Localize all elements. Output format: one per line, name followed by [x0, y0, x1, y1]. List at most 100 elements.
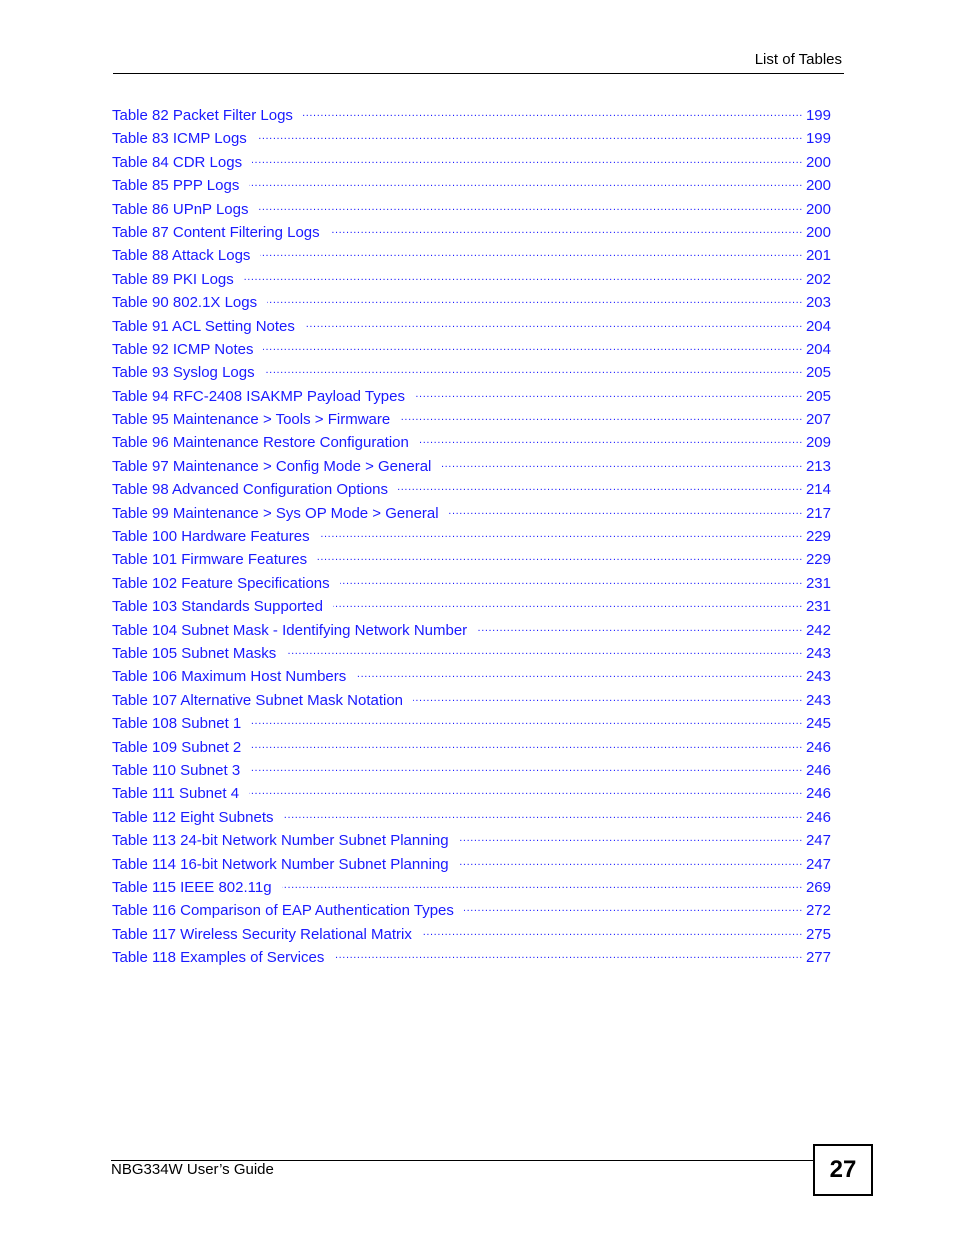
toc-entry[interactable]: Table 107 Alternative Subnet Mask Notati… [112, 691, 831, 714]
toc-entry-title[interactable]: Table 102 Feature Specifications [112, 574, 340, 594]
toc-entry-title[interactable]: Table 96 Maintenance Restore Configurati… [112, 433, 419, 453]
toc-entry[interactable]: Table 118 Examples of Services 277 [112, 948, 831, 971]
toc-entry-page-number[interactable]: 200 [803, 176, 831, 196]
toc-entry[interactable]: Table 85 PPP Logs 200 [112, 176, 831, 199]
toc-entry[interactable]: Table 116 Comparison of EAP Authenticati… [112, 901, 831, 924]
toc-entry-page-number[interactable]: 246 [803, 784, 831, 804]
toc-entry-page-number[interactable]: 214 [803, 480, 831, 500]
toc-entry-title[interactable]: Table 106 Maximum Host Numbers [112, 667, 356, 687]
toc-entry[interactable]: Table 92 ICMP Notes 204 [112, 340, 831, 363]
toc-entry-title[interactable]: Table 95 Maintenance > Tools > Firmware [112, 410, 400, 430]
toc-entry-title[interactable]: Table 92 ICMP Notes [112, 340, 263, 360]
toc-entry-page-number[interactable]: 231 [803, 597, 831, 617]
toc-entry-page-number[interactable]: 205 [803, 387, 831, 407]
toc-entry-page-number[interactable]: 199 [803, 106, 831, 126]
toc-entry-page-number[interactable]: 204 [803, 340, 831, 360]
toc-entry[interactable]: Table 100 Hardware Features 229 [112, 527, 831, 550]
toc-entry-page-number[interactable]: 202 [803, 270, 831, 290]
toc-entry-page-number[interactable]: 246 [803, 808, 831, 828]
toc-entry-page-number[interactable]: 246 [803, 738, 831, 758]
toc-entry-title[interactable]: Table 114 16-bit Network Number Subnet P… [112, 855, 459, 875]
toc-entry-page-number[interactable]: 277 [803, 948, 831, 968]
toc-entry-title[interactable]: Table 110 Subnet 3 [112, 761, 250, 781]
toc-entry[interactable]: Table 110 Subnet 3 246 [112, 761, 831, 784]
toc-entry-page-number[interactable]: 205 [803, 363, 831, 383]
toc-entry[interactable]: Table 104 Subnet Mask - Identifying Netw… [112, 621, 831, 644]
toc-entry-title[interactable]: Table 105 Subnet Masks [112, 644, 286, 664]
toc-entry-title[interactable]: Table 99 Maintenance > Sys OP Mode > Gen… [112, 504, 449, 524]
toc-entry-page-number[interactable]: 199 [803, 129, 831, 149]
toc-entry-title[interactable]: Table 117 Wireless Security Relational M… [112, 925, 422, 945]
toc-entry-page-number[interactable]: 275 [803, 925, 831, 945]
toc-entry[interactable]: Table 83 ICMP Logs 199 [112, 129, 831, 152]
toc-entry-title[interactable]: Table 115 IEEE 802.11g [112, 878, 282, 898]
toc-entry-title[interactable]: Table 107 Alternative Subnet Mask Notati… [112, 691, 413, 711]
toc-entry[interactable]: Table 88 Attack Logs 201 [112, 246, 831, 269]
toc-entry-title[interactable]: Table 113 24-bit Network Number Subnet P… [112, 831, 459, 851]
toc-entry[interactable]: Table 111 Subnet 4 246 [112, 784, 831, 807]
toc-entry-title[interactable]: Table 88 Attack Logs [112, 246, 260, 266]
toc-entry[interactable]: Table 113 24-bit Network Number Subnet P… [112, 831, 831, 854]
toc-entry-title[interactable]: Table 84 CDR Logs [112, 153, 252, 173]
toc-entry-page-number[interactable]: 243 [803, 691, 831, 711]
toc-entry-page-number[interactable]: 200 [803, 223, 831, 243]
toc-entry[interactable]: Table 95 Maintenance > Tools > Firmware … [112, 410, 831, 433]
toc-entry-title[interactable]: Table 103 Standards Supported [112, 597, 333, 617]
toc-entry-page-number[interactable]: 209 [803, 433, 831, 453]
toc-entry-page-number[interactable]: 229 [803, 550, 831, 570]
toc-entry[interactable]: Table 112 Eight Subnets 246 [112, 808, 831, 831]
toc-entry-page-number[interactable]: 200 [803, 200, 831, 220]
toc-entry-title[interactable]: Table 83 ICMP Logs [112, 129, 257, 149]
toc-entry-title[interactable]: Table 94 RFC-2408 ISAKMP Payload Types [112, 387, 415, 407]
toc-entry[interactable]: Table 93 Syslog Logs 205 [112, 363, 831, 386]
toc-entry[interactable]: Table 82 Packet Filter Logs 199 [112, 106, 831, 129]
toc-entry-page-number[interactable]: 243 [803, 644, 831, 664]
toc-entry-title[interactable]: Table 104 Subnet Mask - Identifying Netw… [112, 621, 477, 641]
toc-entry-title[interactable]: Table 90 802.1X Logs [112, 293, 267, 313]
toc-entry-title[interactable]: Table 82 Packet Filter Logs [112, 106, 303, 126]
toc-entry[interactable]: Table 84 CDR Logs 200 [112, 153, 831, 176]
toc-entry-page-number[interactable]: 243 [803, 667, 831, 687]
toc-entry[interactable]: Table 115 IEEE 802.11g 269 [112, 878, 831, 901]
toc-entry[interactable]: Table 108 Subnet 1 245 [112, 714, 831, 737]
toc-entry-title[interactable]: Table 97 Maintenance > Config Mode > Gen… [112, 457, 441, 477]
toc-entry[interactable]: Table 90 802.1X Logs 203 [112, 293, 831, 316]
toc-entry-page-number[interactable]: 231 [803, 574, 831, 594]
toc-entry-title[interactable]: Table 89 PKI Logs [112, 270, 244, 290]
toc-entry-page-number[interactable]: 200 [803, 153, 831, 173]
toc-entry-title[interactable]: Table 101 Firmware Features [112, 550, 317, 570]
toc-entry[interactable]: Table 102 Feature Specifications 231 [112, 574, 831, 597]
toc-entry-title[interactable]: Table 98 Advanced Configuration Options [112, 480, 398, 500]
toc-entry-title[interactable]: Table 87 Content Filtering Logs [112, 223, 330, 243]
toc-entry[interactable]: Table 105 Subnet Masks 243 [112, 644, 831, 667]
toc-entry-title[interactable]: Table 85 PPP Logs [112, 176, 249, 196]
toc-entry[interactable]: Table 106 Maximum Host Numbers 243 [112, 667, 831, 690]
toc-entry[interactable]: Table 109 Subnet 2 246 [112, 738, 831, 761]
toc-entry-title[interactable]: Table 93 Syslog Logs [112, 363, 265, 383]
toc-entry[interactable]: Table 86 UPnP Logs 200 [112, 200, 831, 223]
toc-entry-page-number[interactable]: 247 [803, 831, 831, 851]
toc-entry[interactable]: Table 114 16-bit Network Number Subnet P… [112, 855, 831, 878]
toc-entry-page-number[interactable]: 201 [803, 246, 831, 266]
toc-entry-page-number[interactable]: 272 [803, 901, 831, 921]
toc-entry-title[interactable]: Table 86 UPnP Logs [112, 200, 259, 220]
toc-entry-page-number[interactable]: 207 [803, 410, 831, 430]
toc-entry-title[interactable]: Table 116 Comparison of EAP Authenticati… [112, 901, 464, 921]
toc-entry-title[interactable]: Table 111 Subnet 4 [112, 784, 249, 804]
toc-entry-page-number[interactable]: 246 [803, 761, 831, 781]
toc-entry-page-number[interactable]: 229 [803, 527, 831, 547]
toc-entry-title[interactable]: Table 108 Subnet 1 [112, 714, 251, 734]
toc-entry[interactable]: Table 97 Maintenance > Config Mode > Gen… [112, 457, 831, 480]
toc-entry-page-number[interactable]: 269 [803, 878, 831, 898]
toc-entry-title[interactable]: Table 109 Subnet 2 [112, 738, 251, 758]
toc-entry[interactable]: Table 94 RFC-2408 ISAKMP Payload Types 2… [112, 387, 831, 410]
toc-entry[interactable]: Table 87 Content Filtering Logs 200 [112, 223, 831, 246]
toc-entry-page-number[interactable]: 204 [803, 317, 831, 337]
toc-entry-title[interactable]: Table 118 Examples of Services [112, 948, 334, 968]
toc-entry-page-number[interactable]: 203 [803, 293, 831, 313]
toc-entry-page-number[interactable]: 245 [803, 714, 831, 734]
toc-entry-page-number[interactable]: 217 [803, 504, 831, 524]
toc-entry-title[interactable]: Table 100 Hardware Features [112, 527, 320, 547]
toc-entry[interactable]: Table 98 Advanced Configuration Options … [112, 480, 831, 503]
toc-entry[interactable]: Table 101 Firmware Features 229 [112, 550, 831, 573]
